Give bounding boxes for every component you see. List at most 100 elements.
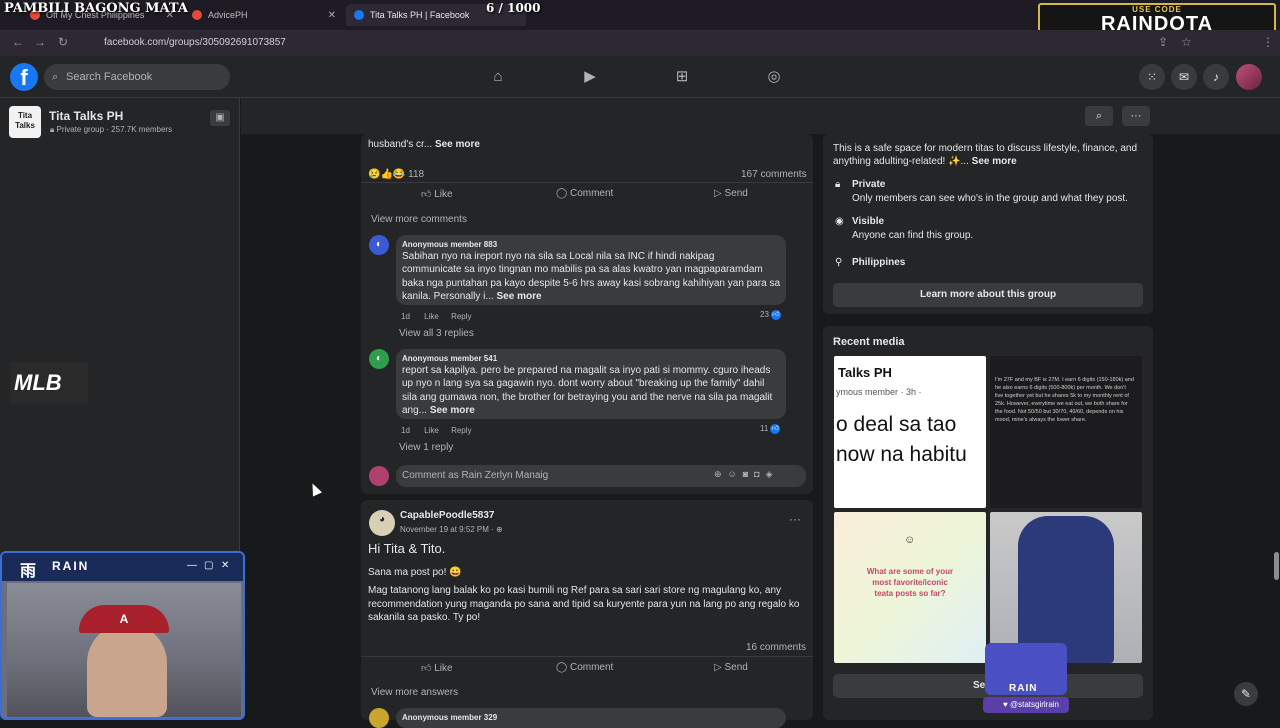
comment-author[interactable]: Anonymous member 329: [402, 711, 497, 725]
view-more-answers[interactable]: View more answers: [371, 686, 458, 700]
group-meta: 🔒︎ Private group · 257.7K members: [50, 125, 173, 134]
facebook-icon: [354, 10, 364, 20]
badge-label: RAIN: [1009, 683, 1038, 694]
profile-avatar[interactable]: [1236, 64, 1262, 90]
globe-icon: ⊕: [496, 525, 503, 534]
minimize-icon[interactable]: —: [187, 560, 197, 571]
tab-advice-ph[interactable]: AdvicePH ✕: [184, 4, 344, 26]
post-date[interactable]: November 19 at 9:52 PM · ⊕: [400, 523, 503, 537]
back-icon[interactable]: ←: [12, 35, 24, 49]
privacy-title: Private: [852, 179, 886, 190]
view-replies-link[interactable]: View 1 reply: [399, 441, 453, 455]
facebook-logo-icon[interactable]: f: [10, 63, 38, 91]
group-description: anything adulting-related! ✨... See more: [833, 156, 1017, 167]
send-button[interactable]: ▷ Send: [714, 188, 748, 199]
send-button[interactable]: ▷ Send: [714, 662, 748, 673]
close-icon[interactable]: ✕: [221, 560, 229, 571]
comment-like-link[interactable]: Like: [424, 426, 439, 435]
scrollbar-thumb[interactable]: [1274, 552, 1279, 580]
media-tile[interactable]: I'm 27F and my BF is 27M. I earn 6 digit…: [990, 356, 1142, 508]
facebook-top-nav: f ⌕ Search Facebook ⌂ ▶ ⊞ ◎ ⁙ ✉ ♪: [0, 56, 1280, 98]
location-pin-icon: ⚲: [835, 257, 843, 268]
comments-count[interactable]: 167 comments: [741, 168, 807, 182]
thumbs-up-icon: 👍︎: [770, 424, 781, 434]
send-icon: ▷: [714, 662, 725, 673]
group-name[interactable]: Tita Talks PH: [49, 109, 123, 123]
comment-like-count: 11 👍︎: [760, 424, 781, 434]
browser-tab-bar: Off My Chest Philippines ✕ AdvicePH ✕ Ti…: [0, 0, 1280, 35]
menu-dots-icon[interactable]: ⋮: [1262, 35, 1274, 49]
comment-line: sila ang gumawa non, the brother for bet…: [402, 392, 773, 403]
see-more-link[interactable]: See more: [972, 156, 1017, 167]
messenger-icon[interactable]: ✉: [1171, 64, 1197, 90]
cap-icon: A: [79, 605, 169, 633]
video-icon[interactable]: ▶: [580, 67, 600, 87]
visibility-desc: Anyone can find this group.: [852, 230, 974, 241]
see-more-link[interactable]: See more: [435, 139, 480, 150]
forward-icon[interactable]: →: [34, 35, 46, 49]
bookmark-star-icon[interactable]: ☆: [1181, 35, 1192, 49]
reactions-summary[interactable]: 😢👍😂 118: [368, 168, 424, 182]
comment-bubble: Anonymous member 541 report sa kapilya. …: [396, 349, 786, 419]
smile-icon: ☺: [904, 534, 916, 546]
view-replies-link[interactable]: View all 3 replies: [399, 327, 474, 341]
comments-count[interactable]: 16 comments: [746, 641, 806, 655]
notifications-bell-icon[interactable]: ♪: [1203, 64, 1229, 90]
media-tile[interactable]: Talks PH ymous member · 3h · o deal sa t…: [834, 356, 986, 508]
reload-icon[interactable]: ↻: [58, 35, 68, 49]
comment-line: report sa kapilya. pero be prepared na m…: [402, 365, 771, 376]
comment-button[interactable]: ◯ Comment: [556, 662, 613, 673]
comment-reply-link[interactable]: Reply: [451, 312, 471, 321]
post-card: ◕ CapablePoodle5837 November 19 at 9:52 …: [361, 500, 813, 728]
groups-icon[interactable]: ◎: [764, 67, 784, 87]
comment-line: communicate sa inyo tingnan mo mabilis p…: [402, 264, 763, 275]
reddit-icon: [192, 10, 202, 20]
comment-input[interactable]: Comment as Rain Zerlyn Manaig ⊕☺◙◘◈: [396, 465, 806, 487]
stream-goal-count: 6 / 1000: [486, 1, 541, 15]
like-button[interactable]: 👍︎ Like: [421, 662, 453, 674]
media-tile[interactable]: ☺ What are some of your most favorite/ic…: [834, 512, 986, 663]
media-tile[interactable]: [990, 512, 1142, 663]
comment-icon: ◯: [556, 662, 570, 673]
post-body-line: sakanila sa pasko. Ty po!: [368, 612, 481, 623]
view-more-comments[interactable]: View more comments: [371, 213, 467, 227]
close-icon[interactable]: ✕: [328, 10, 336, 21]
comment-line: baka nga puntahan pa kayo despite 5-6 hr…: [402, 278, 781, 289]
group-thumbnail[interactable]: Tita Talks: [9, 106, 41, 138]
collapse-sidebar-button[interactable]: ▣: [210, 110, 230, 126]
url-field[interactable]: facebook.com/groups/305092691073857: [84, 34, 1144, 52]
like-button[interactable]: 👍︎ Like: [421, 188, 453, 200]
webcam-feed: A: [7, 583, 241, 717]
comment-like-count: 23 👍︎: [760, 310, 781, 320]
learn-more-button[interactable]: Learn more about this group: [833, 283, 1143, 307]
search-group-button[interactable]: ⌕: [1085, 106, 1113, 126]
more-options-button[interactable]: ···: [1122, 106, 1150, 126]
send-icon: ▷: [714, 188, 725, 199]
comment-like-link[interactable]: Like: [424, 312, 439, 321]
comment-tools-icons[interactable]: ⊕☺◙◘◈: [714, 468, 779, 482]
poodle-avatar-icon[interactable]: ◕: [369, 510, 395, 536]
menu-grid-icon[interactable]: ⁙: [1139, 64, 1165, 90]
comment-bubble: Anonymous member 329: [396, 708, 786, 728]
post-actions: 👍︎ Like ◯ Comment ▷ Send: [361, 656, 813, 680]
search-input[interactable]: ⌕ Search Facebook: [44, 64, 230, 90]
anonymous-avatar-icon: [369, 708, 389, 728]
post-menu-icon[interactable]: ···: [789, 512, 801, 527]
install-icon[interactable]: ⇪: [1158, 35, 1168, 49]
post-body-line: Sana ma post po! 😀: [368, 567, 462, 578]
streamer-figure: [87, 623, 167, 717]
comment-line: Sabihan nyo na ireport nyo na sila sa Lo…: [402, 251, 715, 262]
maximize-icon[interactable]: ▢: [204, 560, 213, 571]
comment-button[interactable]: ◯ Comment: [556, 188, 613, 199]
see-more-link[interactable]: See more: [497, 291, 542, 302]
lock-icon: 🔒︎: [835, 179, 841, 190]
home-icon[interactable]: ⌂: [488, 67, 508, 87]
location-text: Philippines: [852, 257, 906, 268]
marketplace-icon[interactable]: ⊞: [672, 67, 692, 87]
see-more-link[interactable]: See more: [430, 405, 475, 416]
post-author[interactable]: CapablePoodle5837: [400, 509, 494, 523]
comment-reply-link[interactable]: Reply: [451, 426, 471, 435]
search-icon: ⌕: [52, 71, 59, 83]
new-message-icon[interactable]: ✎: [1234, 682, 1258, 706]
post-actions: 👍︎ Like ◯ Comment ▷ Send: [361, 182, 813, 206]
